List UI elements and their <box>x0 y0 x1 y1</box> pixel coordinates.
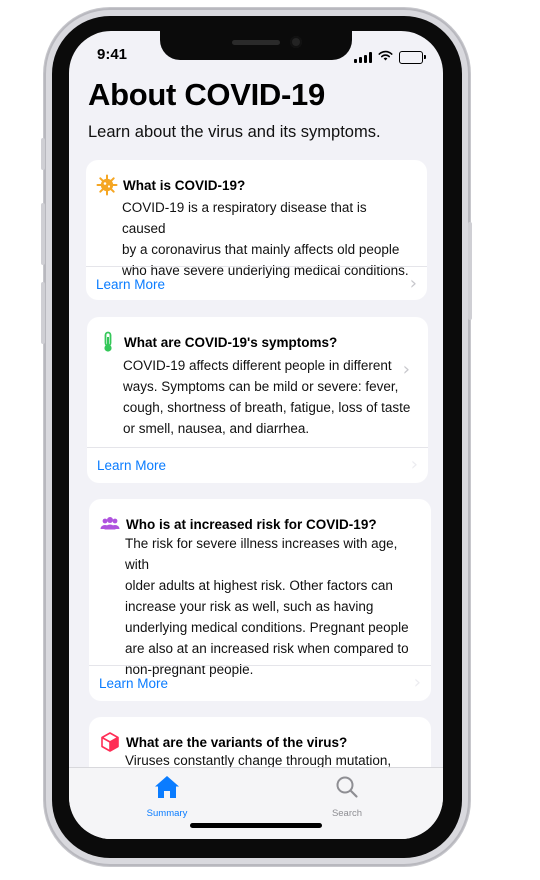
phone-side-button-mute <box>41 138 45 170</box>
card-title: What are COVID-19's symptoms? <box>124 334 338 350</box>
card-body-line: COVID-19 is a respiratory disease that i… <box>122 200 367 236</box>
house-icon <box>153 774 181 805</box>
status-icons <box>354 48 426 66</box>
card-body-line: older adults at highest risk. Other fact… <box>125 578 393 593</box>
card-body-line: or smell, nausea, and diarrhea. <box>123 421 310 436</box>
tab-bar: Summary Search <box>69 767 443 839</box>
camera-icon <box>290 36 302 48</box>
tab-summary[interactable]: Summary <box>127 774 207 819</box>
card-body-line: underlying medical conditions. Pregnant … <box>125 620 409 635</box>
learn-more-button[interactable]: Learn More › <box>99 666 421 700</box>
learn-more-button[interactable]: Learn More › <box>97 448 418 482</box>
card-body-line: cough, shortness of breath, fatigue, los… <box>123 400 411 415</box>
page-title: About COVID-19 <box>88 77 325 112</box>
notch <box>160 31 352 60</box>
phone-side-button-volume-down <box>41 282 45 344</box>
card-header: What is COVID-19? <box>96 174 245 196</box>
learn-more-button[interactable]: Learn More › <box>96 267 417 300</box>
card-title: What is COVID-19? <box>123 177 246 193</box>
scroll-content[interactable]: About COVID-19 Learn about the virus and… <box>69 31 443 769</box>
card-symptoms: What are COVID-19's symptoms? › COVID-19… <box>87 317 428 483</box>
card-body-line: The risk for severe illness increases wi… <box>125 536 398 572</box>
cellular-signal-icon <box>354 51 372 63</box>
card-increased-risk: Who is at increased risk for COVID-19? T… <box>89 499 431 701</box>
phone-side-button-power <box>468 222 472 320</box>
people-icon <box>99 513 121 535</box>
status-time: 9:41 <box>97 46 128 63</box>
tab-label: Summary <box>146 808 188 819</box>
card-body: COVID-19 affects different people in dif… <box>123 355 414 439</box>
learn-more-label: Learn More <box>97 457 167 473</box>
page-subtitle: Learn about the virus and its symptoms. <box>88 123 381 141</box>
card-variants: What are the variants of the virus? Viru… <box>89 717 431 769</box>
wifi-icon <box>378 48 393 66</box>
phone-screen: About COVID-19 Learn about the virus and… <box>69 31 443 839</box>
card-body-line: COVID-19 affects different people in dif… <box>123 358 392 373</box>
cube-icon <box>99 731 121 753</box>
home-indicator[interactable] <box>190 823 322 828</box>
card-body: The risk for severe illness increases wi… <box>125 533 417 680</box>
card-body-line: ways. Symptoms can be mild or severe: fe… <box>123 379 399 394</box>
speaker <box>232 40 280 45</box>
magnifier-icon <box>333 774 361 805</box>
tab-label: Search <box>331 808 363 819</box>
chevron-right-icon: › <box>413 672 421 693</box>
card-header: Who is at increased risk for COVID-19? <box>99 513 377 535</box>
card-title: Who is at increased risk for COVID-19? <box>126 516 377 532</box>
card-header: What are COVID-19's symptoms? <box>97 331 337 353</box>
learn-more-label: Learn More <box>99 675 169 691</box>
card-body-line: increase your risk as well, such as havi… <box>125 599 374 614</box>
battery-icon <box>399 50 426 64</box>
card-body-line: by a coronavirus that mainly affects old… <box>122 242 400 257</box>
card-title: What are the variants of the virus? <box>126 734 348 750</box>
phone-side-button-volume-up <box>41 203 45 265</box>
card-body-line: are also at an increased risk when compa… <box>125 641 409 656</box>
tab-search[interactable]: Search <box>307 774 387 819</box>
chevron-right-icon: › <box>410 454 418 475</box>
learn-more-label: Learn More <box>96 276 166 292</box>
card-what-is-covid: What is COVID-19? COVID-19 is a respirat… <box>86 160 427 300</box>
virus-icon <box>96 174 118 196</box>
chevron-right-icon: › <box>409 273 417 294</box>
thermometer-icon <box>97 331 119 353</box>
